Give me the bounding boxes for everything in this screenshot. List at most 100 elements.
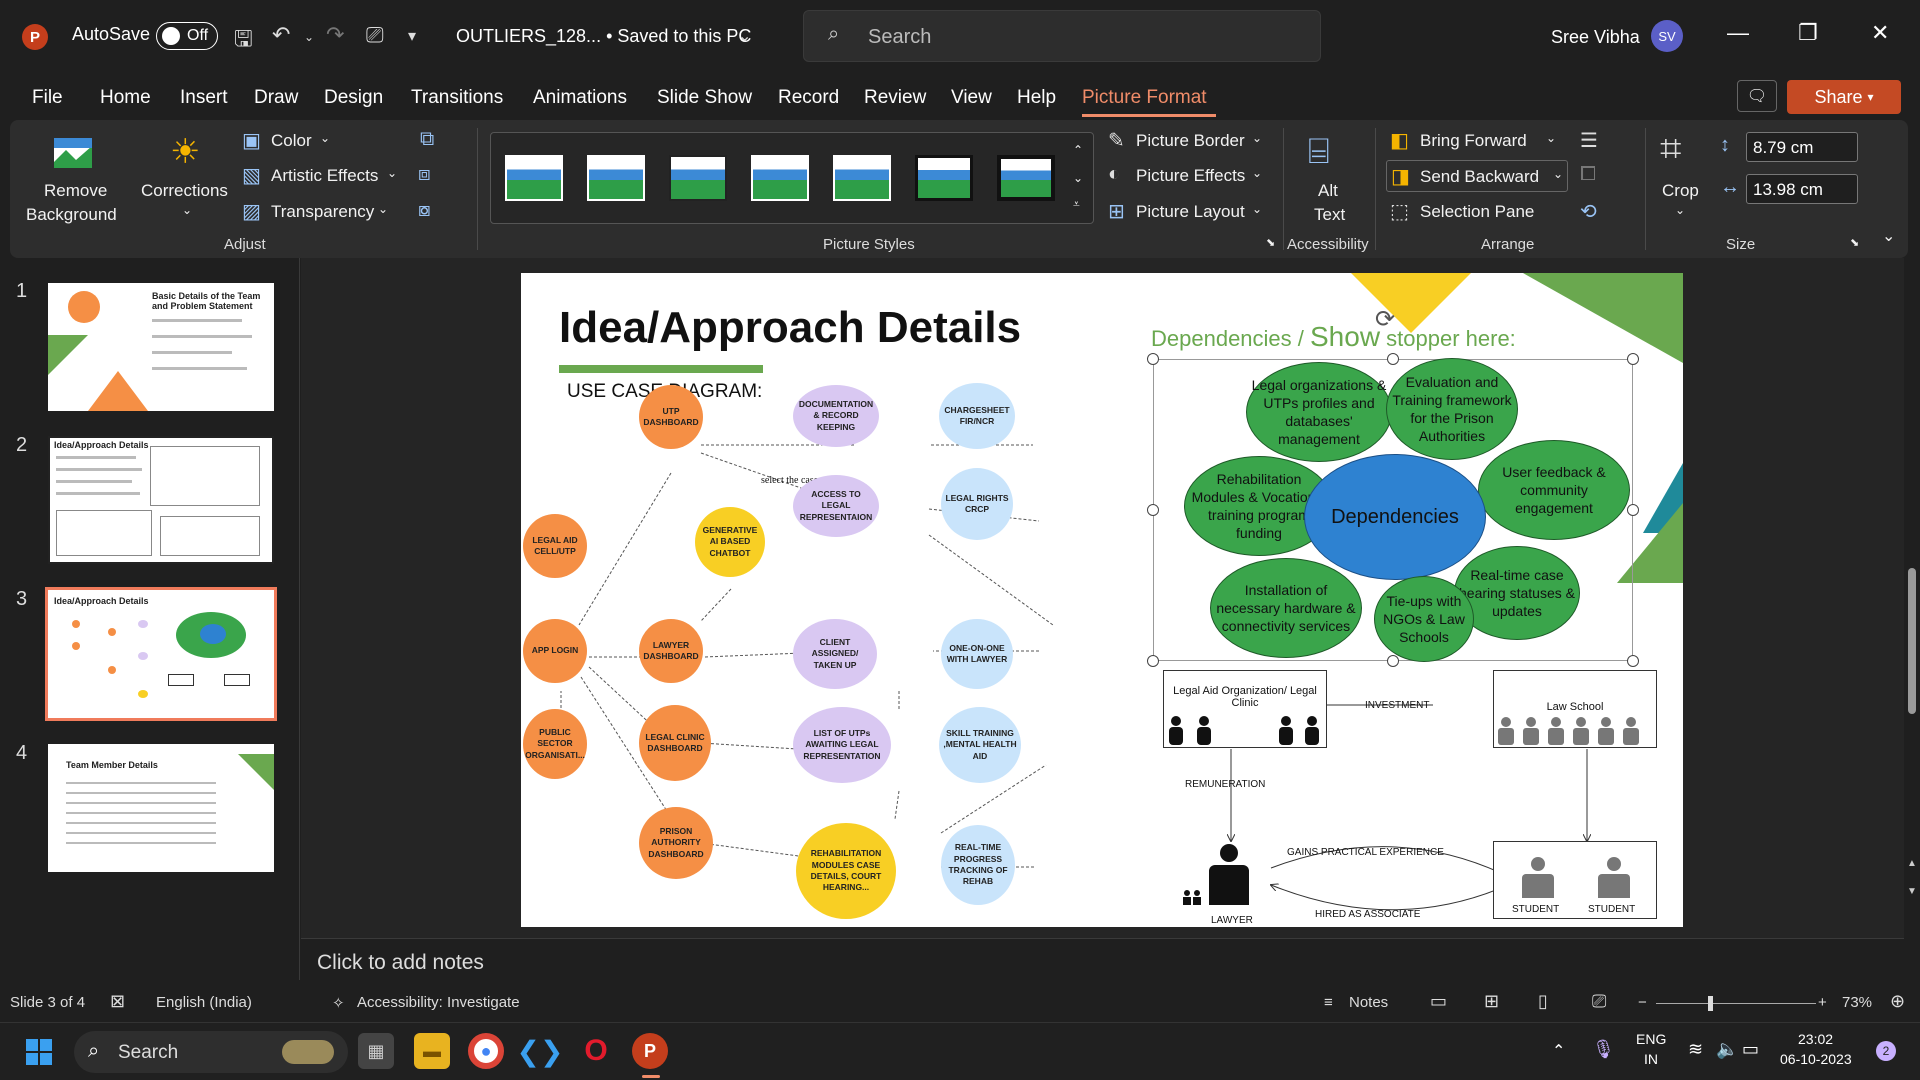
legal-aid-org-box[interactable]: Legal Aid Organization/ Legal Clinic bbox=[1163, 670, 1327, 748]
input-region[interactable]: IN bbox=[1644, 1051, 1658, 1067]
powerpoint-taskbar-icon[interactable]: P bbox=[632, 1033, 668, 1069]
use-case-node[interactable]: ONE-ON-ONE WITH LAWYER bbox=[941, 619, 1013, 689]
use-case-node[interactable]: REAL-TIME PROGRESS TRACKING OF REHAB bbox=[941, 825, 1015, 905]
notes-button[interactable]: Notes bbox=[1349, 994, 1388, 1011]
slideshow-view-icon[interactable]: ⎚ bbox=[1592, 991, 1606, 1012]
present-icon[interactable]: ⎚ bbox=[366, 22, 384, 48]
opera-icon[interactable]: O bbox=[578, 1033, 614, 1069]
search-box[interactable]: ⌕ Search bbox=[803, 10, 1321, 62]
resize-handle[interactable] bbox=[1147, 504, 1159, 516]
scroll-down-icon[interactable]: ▼ bbox=[1907, 886, 1917, 897]
slide-3[interactable]: Idea/Approach Details USE CASE DIAGRAM: bbox=[521, 273, 1683, 927]
slide-sorter-icon[interactable]: ⊞ bbox=[1484, 991, 1499, 1012]
customize-toolbar-icon[interactable]: ▾ bbox=[408, 26, 416, 46]
autosave-toggle[interactable]: Off bbox=[156, 22, 218, 50]
dialog-launcher-icon[interactable]: ⬊ bbox=[1266, 236, 1275, 249]
tab-animations[interactable]: Animations bbox=[533, 87, 627, 109]
send-backward-button[interactable]: ◨ Send Backward ⌄ bbox=[1386, 160, 1568, 192]
tab-picture-format[interactable]: Picture Format bbox=[1082, 87, 1207, 109]
change-picture-icon[interactable]: ⧈ bbox=[418, 163, 431, 186]
input-language[interactable]: ENG bbox=[1636, 1031, 1666, 1047]
dependencies-diagram[interactable]: Legal organizations & UTPs profiles and … bbox=[1153, 358, 1633, 662]
reading-view-icon[interactable]: ▯ bbox=[1538, 991, 1548, 1012]
minimize-icon[interactable]: — bbox=[1727, 20, 1749, 46]
rotate-handle-icon[interactable]: ⟳ bbox=[1375, 305, 1395, 334]
students-box[interactable]: STUDENT STUDENT bbox=[1493, 841, 1657, 919]
picture-style-3[interactable] bbox=[669, 155, 727, 201]
share-button[interactable]: Share ▾ bbox=[1787, 80, 1901, 114]
notes-icon[interactable]: ≡ bbox=[1324, 994, 1333, 1011]
picture-style-1[interactable] bbox=[505, 155, 563, 201]
calculator-icon[interactable]: ▦ bbox=[358, 1033, 394, 1069]
file-explorer-icon[interactable]: ▬ bbox=[414, 1033, 450, 1069]
wifi-icon[interactable]: ≋ bbox=[1688, 1039, 1703, 1060]
user-name[interactable]: Sree Vibha bbox=[1551, 27, 1640, 48]
tab-file[interactable]: File bbox=[32, 87, 63, 109]
zoom-out-icon[interactable]: − bbox=[1638, 994, 1647, 1011]
use-case-node[interactable]: REHABILITATION MODULES CASE DETAILS, COU… bbox=[796, 823, 896, 919]
use-case-node[interactable]: SKILL TRAINING ,MENTAL HEALTH AID bbox=[939, 707, 1021, 783]
tab-insert[interactable]: Insert bbox=[180, 87, 228, 109]
vertical-scrollbar[interactable]: ▲ ▼ bbox=[1904, 258, 1920, 984]
use-case-node[interactable]: PUBLIC SECTOR ORGANISATI... bbox=[523, 709, 587, 779]
undo-dropdown-icon[interactable]: ⌄ bbox=[304, 30, 314, 44]
scrollbar-thumb[interactable] bbox=[1908, 568, 1916, 714]
accessibility-icon[interactable]: ✧ bbox=[332, 994, 345, 1012]
fit-to-window-icon[interactable]: ⊕ bbox=[1890, 991, 1905, 1012]
avatar[interactable]: SV bbox=[1651, 20, 1683, 52]
use-case-node[interactable]: APP LOGIN bbox=[523, 619, 587, 683]
picture-style-6[interactable] bbox=[915, 155, 973, 201]
chevron-down-icon[interactable]: ⌄ bbox=[738, 26, 751, 46]
dialog-launcher-icon[interactable]: ⬊ bbox=[1850, 236, 1859, 249]
tab-draw[interactable]: Draw bbox=[254, 87, 298, 109]
use-case-node[interactable]: LEGAL AID CELL/UTP bbox=[523, 514, 587, 578]
restore-icon[interactable]: ❐ bbox=[1798, 20, 1818, 46]
chrome-icon[interactable]: ● bbox=[468, 1033, 504, 1069]
taskbar-search[interactable]: ⌕ Search bbox=[74, 1031, 348, 1073]
scroll-up-icon[interactable]: ▲ bbox=[1907, 858, 1917, 869]
notes-pane[interactable]: Click to add notes bbox=[301, 938, 1904, 984]
gallery-more-icon[interactable]: ⩡ bbox=[1073, 197, 1080, 212]
document-title[interactable]: OUTLIERS_128... • Saved to this PC bbox=[456, 26, 751, 47]
tab-help[interactable]: Help bbox=[1017, 87, 1056, 109]
picture-style-7[interactable] bbox=[997, 155, 1055, 201]
resize-handle[interactable] bbox=[1387, 353, 1399, 365]
use-case-node[interactable]: PRISON AUTHORITY DASHBOARD bbox=[639, 807, 713, 879]
slide-thumbnail-2[interactable]: Idea/Approach Details bbox=[48, 436, 274, 564]
slide-thumbnail-3[interactable]: Idea/Approach Details bbox=[45, 587, 277, 721]
picture-styles-gallery[interactable]: ⌃ ⌄ ⩡ bbox=[490, 132, 1094, 224]
resize-handle[interactable] bbox=[1147, 353, 1159, 365]
rotate-icon[interactable]: ⟲ bbox=[1580, 199, 1597, 224]
width-input[interactable]: 13.98 cm bbox=[1746, 174, 1858, 204]
language-status[interactable]: English (India) bbox=[156, 994, 252, 1011]
save-icon[interactable]: 🖫 bbox=[234, 22, 253, 60]
use-case-node[interactable]: LEGAL CLINIC DASHBOARD bbox=[639, 705, 711, 781]
normal-view-icon[interactable]: ▭ bbox=[1430, 991, 1447, 1012]
close-icon[interactable]: ✕ bbox=[1871, 20, 1889, 46]
use-case-node[interactable]: LIST OF UTPs AWAITING LEGAL REPRESENTATI… bbox=[793, 707, 891, 783]
tab-slide-show[interactable]: Slide Show bbox=[657, 87, 752, 109]
reset-picture-icon[interactable]: ⧇ bbox=[418, 199, 431, 222]
picture-style-2[interactable] bbox=[587, 155, 645, 201]
vscode-icon[interactable]: ❮❯ bbox=[517, 1033, 564, 1069]
resize-handle[interactable] bbox=[1627, 353, 1639, 365]
accessibility-status[interactable]: Accessibility: Investigate bbox=[357, 994, 520, 1011]
clock-time[interactable]: 23:02 bbox=[1798, 1031, 1833, 1047]
collapse-ribbon-icon[interactable]: ⌄ bbox=[1882, 226, 1895, 246]
tab-view[interactable]: View bbox=[951, 87, 992, 109]
clock-date[interactable]: 06-10-2023 bbox=[1780, 1051, 1852, 1067]
use-case-node[interactable]: DOCUMENTATION & RECORD KEEPING bbox=[793, 385, 879, 447]
use-case-node[interactable]: GENERATIVE AI BASED CHATBOT bbox=[695, 507, 765, 577]
microphone-icon[interactable]: 🎙 bbox=[1592, 1039, 1615, 1060]
compress-pictures-icon[interactable]: ⧉ bbox=[420, 128, 434, 151]
use-case-node[interactable]: LAWYER DASHBOARD bbox=[639, 619, 703, 683]
slide-thumbnail-1[interactable]: Basic Details of the Team and Problem St… bbox=[48, 283, 274, 411]
undo-icon[interactable]: ↶ bbox=[272, 22, 290, 48]
redo-icon[interactable]: ↷ bbox=[326, 22, 344, 48]
tab-review[interactable]: Review bbox=[864, 87, 926, 109]
use-case-node[interactable]: CHARGESHEET FIR/NCR bbox=[939, 383, 1015, 449]
align-icon[interactable]: ☰ bbox=[1580, 128, 1598, 153]
notification-badge[interactable]: 2 bbox=[1876, 1041, 1896, 1061]
spelling-check-icon[interactable]: ⊠ bbox=[110, 991, 125, 1012]
tab-home[interactable]: Home bbox=[100, 87, 151, 109]
